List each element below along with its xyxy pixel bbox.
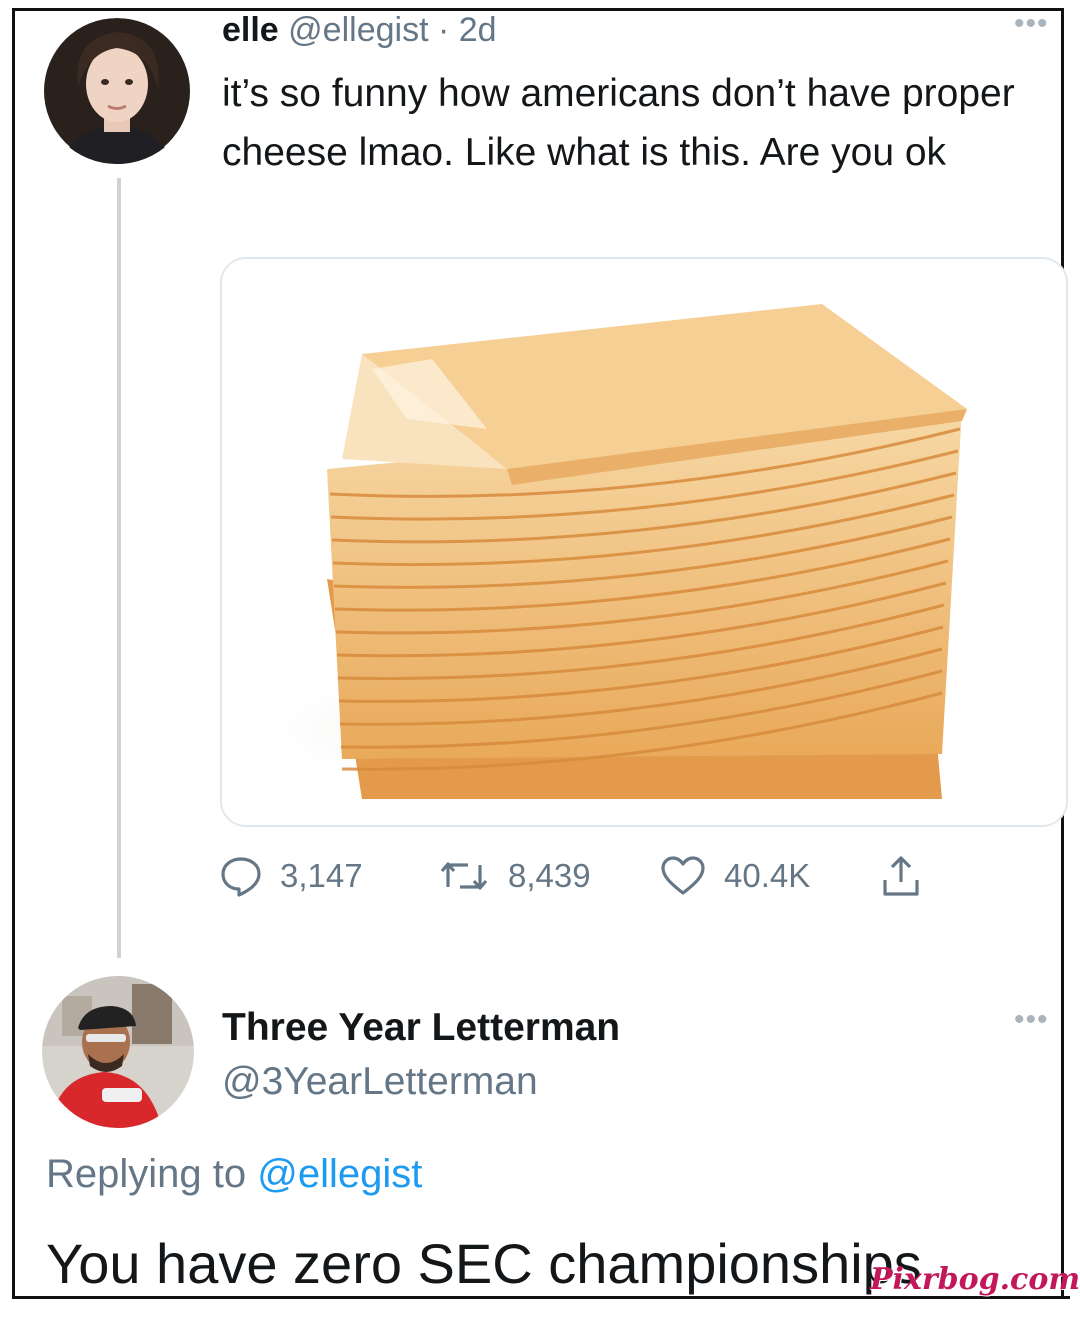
reply-tweet-text: You have zero SEC championships xyxy=(46,1232,922,1295)
retweet-action[interactable]: 8,439 xyxy=(438,848,591,904)
more-options-icon[interactable]: ••• xyxy=(1014,9,1049,39)
reply-more-options-icon[interactable]: ••• xyxy=(1014,1005,1049,1035)
tweet-header: elle @ellegist · 2d xyxy=(222,12,497,48)
separator-dot: · xyxy=(437,11,450,49)
tweet-image-cheese-slices[interactable] xyxy=(220,257,1068,827)
site-watermark: Pixrbog.com xyxy=(870,1262,1080,1297)
avatar-three-year-letterman[interactable] xyxy=(42,976,194,1128)
reply-icon xyxy=(221,857,261,897)
replying-to-label: Replying to xyxy=(46,1152,247,1196)
share-icon xyxy=(883,856,919,896)
share-action[interactable] xyxy=(880,848,922,904)
retweet-icon xyxy=(440,862,488,890)
replying-to-line: Replying to @ellegist xyxy=(46,1152,422,1197)
replying-to-mention[interactable]: @ellegist xyxy=(257,1152,422,1196)
tweet-timestamp[interactable]: 2d xyxy=(459,11,497,49)
tweet-actions-bar: 3,147 8,439 40.4K xyxy=(220,848,980,904)
reply-count: 3,147 xyxy=(280,857,363,894)
like-count: 40.4K xyxy=(724,857,811,894)
display-name[interactable]: elle xyxy=(222,11,279,49)
reply-display-name[interactable]: Three Year Letterman xyxy=(222,1006,620,1050)
reply-username-handle[interactable]: @3YearLetterman xyxy=(222,1060,538,1104)
retweet-count: 8,439 xyxy=(508,857,591,894)
like-icon xyxy=(661,856,705,895)
thread-connector-line xyxy=(117,178,121,958)
tweet-text: it’s so funny how americans don’t have p… xyxy=(222,72,1015,174)
reply-action[interactable]: 3,147 xyxy=(220,848,363,904)
username-handle[interactable]: @ellegist xyxy=(288,11,428,49)
like-action[interactable]: 40.4K xyxy=(660,848,810,904)
avatar-elle[interactable] xyxy=(42,18,192,164)
